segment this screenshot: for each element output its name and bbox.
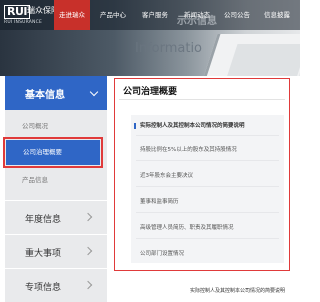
content-link[interactable]: 实际控制人及其控制本公司情况的简要说明 [190,287,285,294]
main-nav: 走进瑞众 产品中心 客户服务 新闻动态 公司公告 信息披露 [50,0,300,30]
heading-label: 实际控制人及其控制本公司情况的简要说明 [140,123,245,129]
list-item[interactable]: 持股比例在5%以上的股东及其持股情况 [140,145,237,153]
governance-panel: 公司治理概要 实际控制人及其控制本公司情况的简要说明 持股比例在5%以上的股东及… [114,78,290,271]
chevron-right-icon [83,212,93,222]
sidebar-item-governance-summary[interactable]: 公司治理概要 [3,137,103,168]
chevron-right-icon [83,246,93,256]
sidebar-group-major-events[interactable]: 重大事项 [5,234,107,268]
nav-announcements[interactable]: 公司公告 [218,0,256,30]
list-item[interactable]: 高级管理人员简历、职责及其履职情况 [140,223,234,231]
nav-news[interactable]: 新闻动态 [178,0,216,30]
sidebar-group-label: 专项信息 [25,283,62,293]
logo-english: RUI INSURANCE [4,20,42,25]
sidebar-section-label: 基本信息 [25,90,65,101]
nav-disclosure[interactable]: 信息披露 [258,0,296,30]
sidebar-section-basic-info[interactable]: 基本信息 [5,76,107,110]
chevron-right-icon [83,280,93,290]
sidebar-group-label: 年度信息 [25,215,62,225]
sidebar-item-company-overview[interactable]: 公司概况 [5,116,107,136]
sidebar-group-label: 重大事项 [25,249,62,259]
sidebar-group-annual-info[interactable]: 年度信息 [5,200,107,234]
sidebar: 基本信息 公司概况 公司治理概要 产品信息 年度信息 重大事项 专项信息 [3,76,107,302]
sidebar-item-product-info[interactable]: 产品信息 [5,170,107,190]
company-logo[interactable]: RUI 瑞众保险 RUI INSURANCE [4,5,59,27]
governance-link-list: 实际控制人及其控制本公司情况的简要说明 持股比例在5%以上的股东及其持股情况 近… [131,115,284,263]
list-item[interactable]: 近3年股东会主要决议 [140,171,193,179]
nav-customer-service[interactable]: 客户服务 [136,0,174,30]
title-divider [119,99,285,100]
sidebar-group-special-info[interactable]: 专项信息 [5,268,107,302]
nav-about[interactable]: 走进瑞众 [54,0,90,30]
heading-marker-icon [134,123,136,129]
list-item[interactable]: 董事和监事简历 [140,197,179,205]
sidebar-submenu: 公司概况 公司治理概要 产品信息 [3,110,107,200]
nav-products[interactable]: 产品中心 [94,0,132,30]
list-item[interactable]: 公司部门设置情况 [140,249,184,257]
page-title: 公司治理概要 [123,87,178,97]
banner-text: Informatio [135,41,203,56]
header-banner: 示示信息 Informatio RUI 瑞众保险 RUI INSURANCE 走… [0,0,300,76]
chevron-down-icon [89,87,99,97]
